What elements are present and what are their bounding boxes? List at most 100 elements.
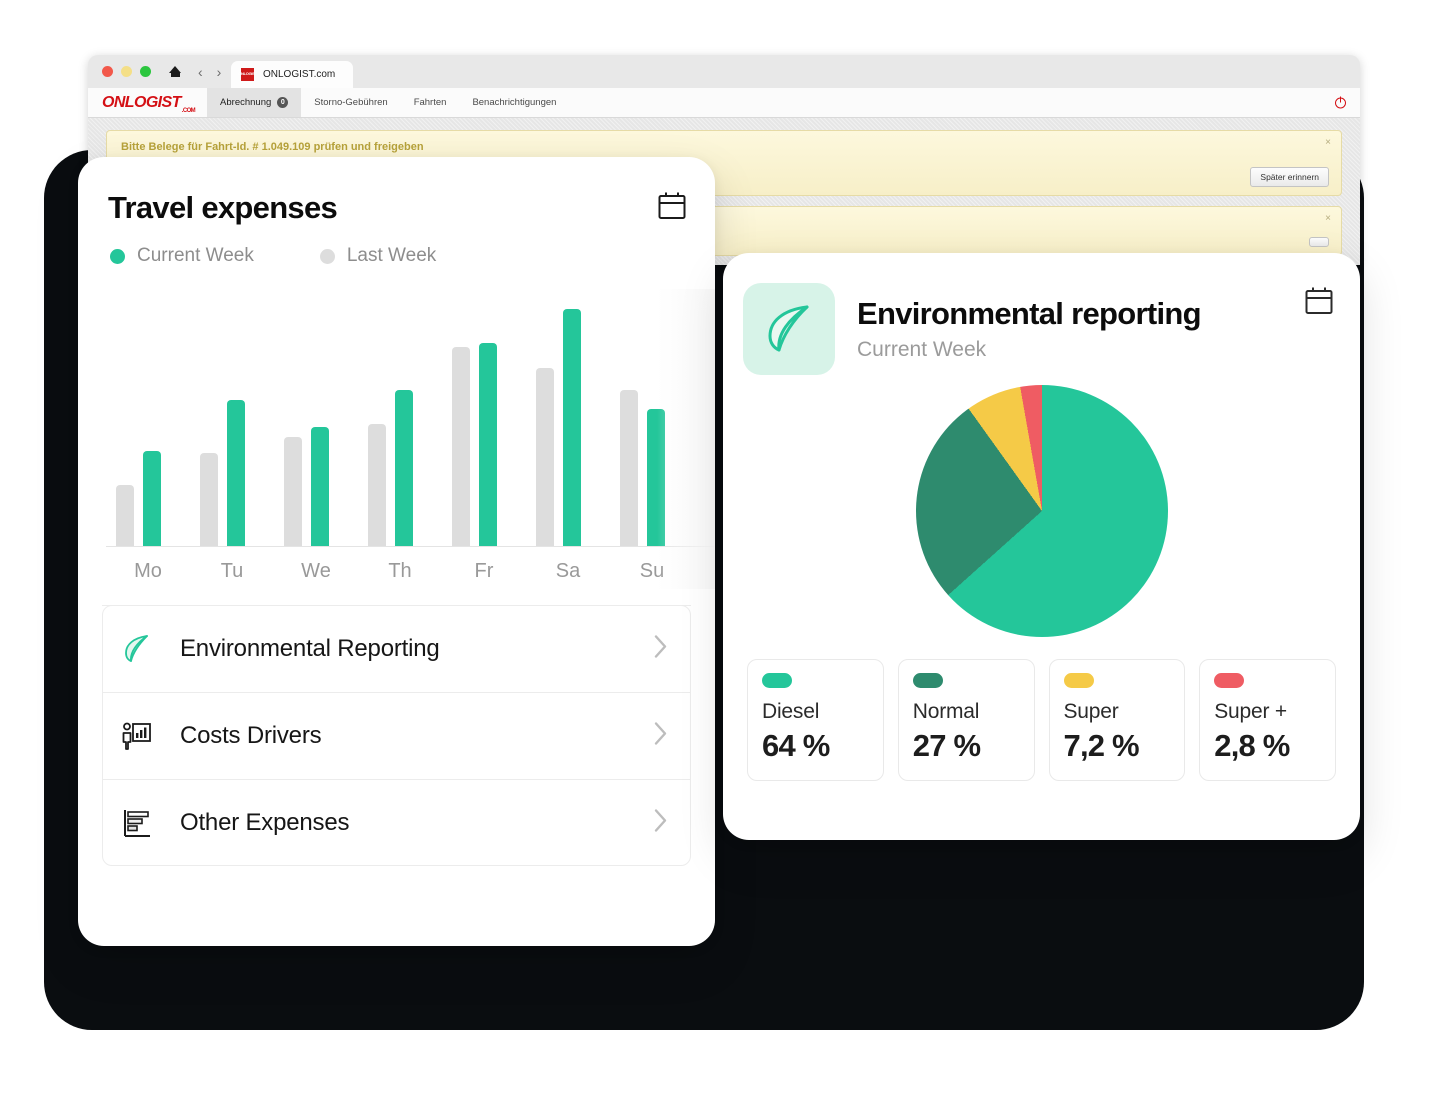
notice-text: Bitte Belege für Fahrt-Id. # 1.049.109 p… xyxy=(121,141,1327,153)
bar-last-week xyxy=(536,368,554,546)
legend-card-value: 27 % xyxy=(913,728,1020,764)
bar-chart-x-axis-labels: MoTuWeThFrSaSu xyxy=(106,555,715,583)
list-item-label: Other Expenses xyxy=(180,809,349,837)
bar-current-week xyxy=(647,409,665,546)
legend-item-current-week: Current Week xyxy=(110,245,254,267)
bar-last-week xyxy=(368,424,386,546)
back-button[interactable]: ‹ xyxy=(198,65,203,79)
remind-later-button[interactable]: Später erinnern xyxy=(1250,167,1329,187)
screenshot-root: ‹ › ONLOGIST ONLOGIST.com ONLOGIST.COM A… xyxy=(0,0,1440,1100)
browser-tabstrip[interactable]: ONLOGIST ONLOGIST.com xyxy=(231,61,353,88)
x-axis-label: Mo xyxy=(106,560,190,583)
browser-tab-title: ONLOGIST.com xyxy=(263,69,335,80)
x-axis-label: Th xyxy=(358,560,442,583)
chevron-right-icon xyxy=(653,808,669,839)
travel-expenses-bar-chart: MoTuWeThFrSaSu xyxy=(78,289,715,589)
chart-legend: Current Week Last Week xyxy=(108,245,685,267)
minimize-window-button[interactable] xyxy=(121,66,132,77)
status-badge: 0 xyxy=(277,97,288,108)
nav-item-label: Benachrichtigungen xyxy=(472,97,556,108)
bar-last-week xyxy=(620,390,638,547)
x-axis-label: Fr xyxy=(442,560,526,583)
leaf-icon xyxy=(116,632,158,666)
forward-button[interactable]: › xyxy=(217,65,222,79)
x-axis-label: Tu xyxy=(190,560,274,583)
legend-label: Current Week xyxy=(137,245,254,267)
nav-item-abrechnung[interactable]: Abrechnung 0 xyxy=(207,88,301,117)
env-card-title: Environmental reporting xyxy=(857,296,1201,332)
calendar-icon[interactable] xyxy=(1304,286,1334,316)
travel-links-list: Environmental Reporting xyxy=(78,605,715,866)
list-item-label: Environmental Reporting xyxy=(180,635,440,663)
list-item-environmental-reporting[interactable]: Environmental Reporting xyxy=(102,605,691,692)
nav-item-benachrichtigungen[interactable]: Benachrichtigungen xyxy=(459,88,569,117)
nav-arrows[interactable]: ‹ › xyxy=(198,65,221,79)
bar-group xyxy=(106,289,190,546)
close-icon[interactable]: × xyxy=(1325,137,1331,148)
bar-last-week xyxy=(452,347,470,546)
browser-tab[interactable]: ONLOGIST ONLOGIST.com xyxy=(231,61,353,88)
legend-color-swatch xyxy=(110,249,125,264)
legend-color-swatch xyxy=(762,673,792,688)
app-logo-text: ONLOGIST xyxy=(102,94,181,112)
bar-group xyxy=(358,289,442,546)
nav-item-fahrten[interactable]: Fahrten xyxy=(401,88,460,117)
page-title: Travel expenses xyxy=(108,190,685,226)
chevron-right-icon xyxy=(653,721,669,752)
app-logo-tld: .COM xyxy=(182,108,195,117)
legend-card-value: 7,2 % xyxy=(1064,728,1171,764)
browser-titlebar: ‹ › ONLOGIST ONLOGIST.com xyxy=(88,55,1360,88)
nav-item-label: Fahrten xyxy=(414,97,447,108)
bar-current-week xyxy=(227,400,245,546)
pie-chart-graphic xyxy=(916,385,1168,637)
app-logo[interactable]: ONLOGIST.COM xyxy=(88,88,207,117)
bar-last-week xyxy=(200,453,218,546)
chart-baseline xyxy=(106,546,715,547)
bar-group xyxy=(526,289,610,546)
leaf-icon xyxy=(743,283,835,375)
legend-card-label: Super xyxy=(1064,700,1171,724)
bar-current-week xyxy=(479,343,497,546)
legend-item-last-week: Last Week xyxy=(320,245,436,267)
bar-current-week xyxy=(395,390,413,547)
env-card-subtitle: Current Week xyxy=(857,338,1201,362)
close-window-button[interactable] xyxy=(102,66,113,77)
app-navigation-bar: ONLOGIST.COM Abrechnung 0 Storno-Gebühre… xyxy=(88,88,1360,118)
nav-item-label: Abrechnung xyxy=(220,97,271,108)
legend-color-swatch xyxy=(913,673,943,688)
legend-card-super: Super +2,8 % xyxy=(1199,659,1336,781)
bar-current-week xyxy=(563,309,581,546)
bar-group xyxy=(610,289,694,546)
power-icon[interactable] xyxy=(1335,97,1346,108)
close-icon[interactable]: × xyxy=(1325,213,1331,224)
fuel-mix-pie-chart xyxy=(723,385,1360,637)
bar-chart-bars xyxy=(106,289,715,546)
nav-item-label: Storno-Gebühren xyxy=(314,97,387,108)
person-chart-icon xyxy=(116,719,158,753)
environmental-reporting-card: Environmental reporting Current Week Die… xyxy=(723,253,1360,840)
legend-card-value: 64 % xyxy=(762,728,869,764)
list-item-other-expenses[interactable]: Other Expenses xyxy=(102,779,691,866)
bar-group xyxy=(442,289,526,546)
bar-current-week xyxy=(143,451,161,546)
x-axis-label: Su xyxy=(610,560,694,583)
chevron-right-icon xyxy=(653,634,669,665)
maximize-window-button[interactable] xyxy=(140,66,151,77)
calendar-icon[interactable] xyxy=(657,191,687,221)
env-card-header: Environmental reporting Current Week xyxy=(723,253,1360,375)
legend-card-label: Diesel xyxy=(762,700,869,724)
bar-current-week xyxy=(311,427,329,546)
travel-card-header: Travel expenses Current Week Last Week xyxy=(78,157,715,267)
remind-later-button[interactable] xyxy=(1309,237,1329,247)
legend-color-swatch xyxy=(1214,673,1244,688)
legend-card-diesel: Diesel 64 % xyxy=(747,659,884,781)
home-icon[interactable] xyxy=(169,65,182,78)
window-controls[interactable] xyxy=(102,66,151,77)
list-item-label: Costs Drivers xyxy=(180,722,321,750)
legend-label: Last Week xyxy=(347,245,436,267)
list-item-costs-drivers[interactable]: Costs Drivers xyxy=(102,692,691,779)
nav-item-storno-gebuehren[interactable]: Storno-Gebühren xyxy=(301,88,400,117)
bar-last-week xyxy=(284,437,302,546)
legend-card-label: Super + xyxy=(1214,700,1321,724)
bar-list-icon xyxy=(116,806,158,840)
